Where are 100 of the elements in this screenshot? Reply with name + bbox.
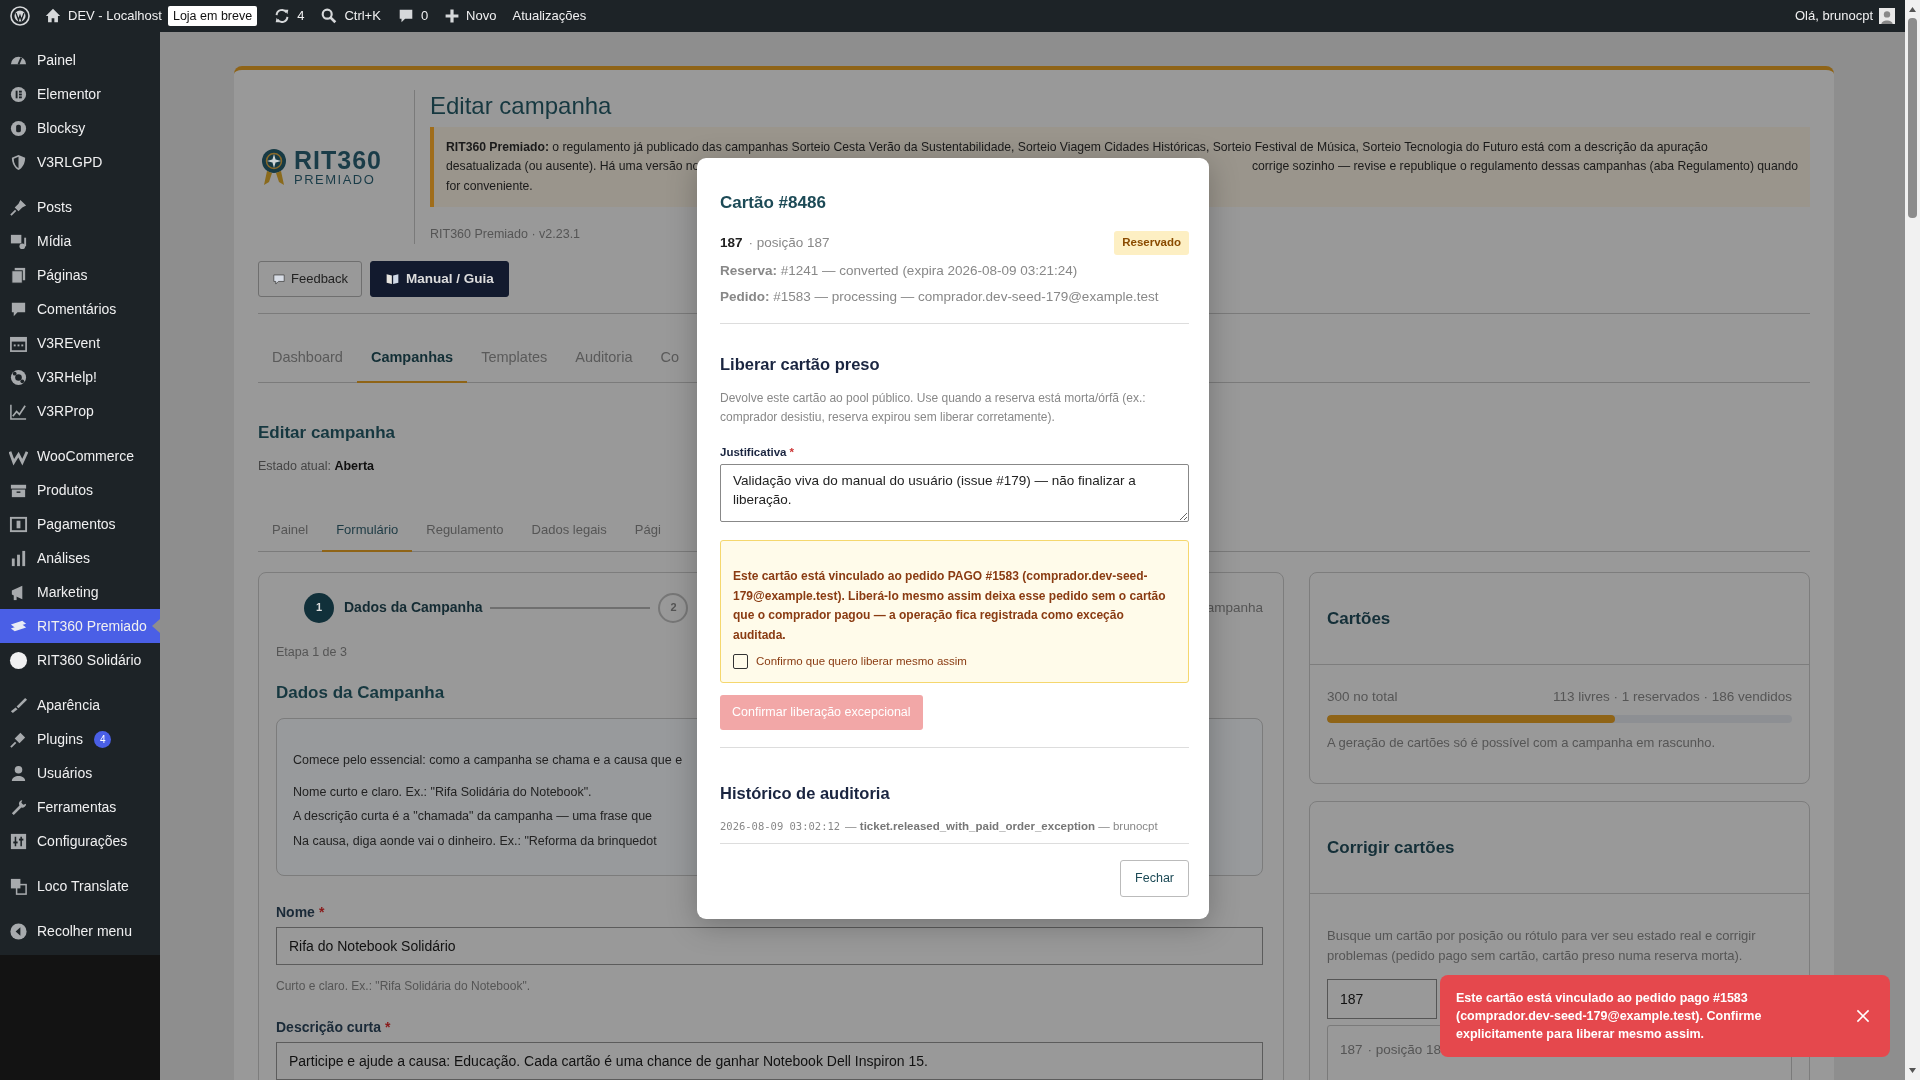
form-title: Dados da Campanha — [276, 683, 446, 704]
translate-icon — [9, 876, 28, 896]
order-text: Pedido: #1583 — processing — comprador.dev-seed-179@example.test — [720, 287, 1160, 306]
sidebar-item[interactable]: Posts — [0, 190, 160, 224]
card-number: 187 — [720, 233, 743, 252]
feedback-button[interactable]: Feedback — [258, 261, 363, 298]
sidebar-item[interactable]: Comentários — [0, 292, 160, 326]
updates-count[interactable]: 4 — [297, 6, 305, 26]
result-number: 187 — [1340, 1042, 1363, 1058]
required-mark: * — [385, 1018, 391, 1035]
sidebar-item[interactable]: V3RLGPD — [0, 145, 160, 179]
field-label: Descrição curta — [276, 1018, 382, 1035]
close-button[interactable]: Fechar — [1120, 860, 1189, 897]
sidebar-item[interactable]: WooCommerce — [0, 439, 160, 473]
audit-time: 2026-08-09 03:02:12 — [720, 819, 841, 834]
status-breakdown: 113 livres · 1 reservados · 186 vendidos — [1552, 688, 1792, 707]
info-text: A descrição curta é a "chamada" da campanha — uma frase que — [293, 808, 653, 826]
toast-message: Este cartão está vinculado ao pedido pago #1583 (comprador.dev-seed-179@example.test). Confirme explicitamente para liberar mesmo assim. — [1456, 990, 1763, 1043]
notice-text: for conveniente. — [446, 177, 533, 195]
modal-title: Cartão #8486 — [720, 193, 827, 214]
search-icon — [320, 7, 339, 25]
card-position: · posição 187 — [748, 233, 830, 252]
circle-icon — [9, 650, 28, 670]
user-greeting[interactable]: Olá, brunocpt — [1794, 6, 1873, 26]
letter-circle-icon — [9, 84, 28, 104]
new-menu[interactable]: Novo — [466, 6, 497, 26]
total-count: 300 no total — [1327, 688, 1398, 707]
tab[interactable]: Formulário — [322, 520, 413, 552]
logo-tagline: PREMIADO — [294, 173, 377, 186]
section-title: Histórico de auditoria — [720, 784, 891, 804]
sidebar-item[interactable]: Elementor — [0, 77, 160, 111]
sidebar-item[interactable]: Aparência — [0, 688, 160, 722]
step-number[interactable]: 1 — [304, 592, 334, 623]
sidebar-item[interactable]: V3RHelp! — [0, 360, 160, 394]
text-field[interactable]: Participe e ajude a causa: Educação. Cada cartão é uma chance de ganhar Notebook Dell Inspiron 15. — [276, 1041, 1263, 1080]
card-title: Corrigir cartões — [1310, 801, 1809, 895]
required-mark: * — [318, 903, 325, 920]
card-title: Cartões — [1310, 572, 1809, 666]
sidebar-item[interactable]: Usuários — [0, 756, 160, 790]
justification-field[interactable]: Validação viva do manual do usuário (issue #179) — não finalizar a liberação. — [720, 464, 1189, 523]
sidebar-item[interactable]: Ferramentas — [0, 790, 160, 824]
sidebar-item[interactable]: Recolher menu — [0, 914, 160, 948]
pages-icon — [9, 265, 28, 285]
store-status-badge: Loja em breve — [167, 5, 258, 27]
person-icon — [9, 763, 28, 783]
tab[interactable]: Campanhas — [356, 347, 468, 384]
bar-chart-icon — [9, 548, 28, 568]
manual-button[interactable]: Manual / Guia — [370, 261, 509, 298]
pin-icon — [9, 197, 28, 217]
status-text: Estado atual: Aberta — [258, 458, 375, 476]
plus-icon — [444, 8, 461, 24]
sidebar-item[interactable]: Produtos — [0, 473, 160, 507]
sidebar-item[interactable]: Loco Translate — [0, 869, 160, 903]
section-title: Liberar cartão preso — [720, 355, 881, 375]
required-mark: * — [789, 445, 794, 458]
version-text: RIT360 Premiado · v2.23.1 — [430, 226, 581, 244]
sidebar-item[interactable]: Plugins 4 — [0, 722, 160, 756]
reservation-text: Reserva: #1241 — converted (expira 2026-08-09 03:21:24) — [720, 261, 1079, 280]
step-counter: Etapa 1 de 3 — [276, 643, 347, 661]
sidebar-item[interactable]: V3REvent — [0, 326, 160, 360]
comments-count[interactable]: 0 — [420, 6, 429, 26]
shield-icon — [9, 152, 28, 172]
sidebar-item[interactable]: RIT360 Premiado — [0, 609, 160, 643]
sidebar-item[interactable]: V3RProp — [0, 394, 160, 428]
search-field[interactable]: 187 — [1327, 979, 1437, 1020]
sidebar-item[interactable]: Análises — [0, 541, 160, 575]
site-name[interactable]: DEV - Localhost — [68, 6, 162, 26]
avatar-icon — [1879, 8, 1895, 24]
result-position: · posição 18 — [1367, 1042, 1442, 1058]
lifebuoy-icon — [9, 367, 28, 387]
card-note: A geração de cartões só é possível com a campanha em rascunho. — [1327, 734, 1717, 753]
close-icon — [1856, 1009, 1870, 1023]
section-title: Editar campanha — [258, 423, 396, 444]
sidebar-item[interactable]: Configurações — [0, 824, 160, 858]
count-badge: 4 — [93, 730, 112, 748]
wrench-icon — [9, 797, 28, 817]
sidebar-item[interactable]: Marketing — [0, 575, 160, 609]
info-text: Comece pelo essencial: como a campanha se chama e a causa que e — [293, 751, 683, 769]
sidebar-item[interactable]: Pagamentos — [0, 507, 160, 541]
sidebar-item[interactable]: Páginas — [0, 258, 160, 292]
search-shortcut[interactable]: Ctrl+K — [344, 6, 381, 26]
page-title: Editar campanha — [430, 92, 613, 121]
speech-bubble-icon — [272, 272, 286, 286]
sidebar-item[interactable]: RIT360 Solidário — [0, 643, 160, 677]
info-text: Na causa, diga aonde vai o dinheiro. Ex.: "Reforma da brinquedot — [293, 833, 657, 851]
notice-text: corrige sozinho — revise e republique o regulamento dessas campanhas (aba Regulamento) quando — [1251, 158, 1798, 176]
checkbox[interactable] — [733, 654, 748, 670]
sidebar-item[interactable]: Blocksy — [0, 111, 160, 145]
step-label[interactable]: Dados da Campanha — [344, 597, 483, 619]
field-label: Nome — [276, 903, 315, 920]
checkbox-label[interactable]: Confirmo que quero liberar mesmo assim — [756, 653, 967, 671]
audit-detail: — ticket.released_with_paid_order_exception — brunocpt — [845, 819, 1158, 834]
status-badge: Reservado — [1114, 231, 1189, 255]
section-description: Devolve este cartão ao pool público. Use quando a reserva está morta/órfã (ex.: comprador desistiu, reserva expirou sem liberar corretamente). — [720, 389, 1147, 427]
sidebar-item[interactable]: Painel — [0, 43, 160, 77]
notice-text: RIT360 Premiado: o regulamento já publicado das campanhas Sorteio Cesta Verão da Sustentabilidade, Sorteio Viagem Cidades Históricas, Sorteio Festival de Música, Sorteio Tecnologia do Futuro está com a descrição da apuração — [446, 138, 1708, 156]
sidebar-item[interactable]: Mídia — [0, 224, 160, 258]
text-field[interactable]: Rifa do Notebook Solidário — [276, 926, 1263, 965]
warning-text: Este cartão está vinculado ao pedido PAGO #1583 (comprador.dev-seed-179@example.test). Liberá-lo mesmo assim deixa esse pedido sem o cartão que o comprador pagou — a operação fica registrada como exceção auditada. — [733, 568, 1167, 644]
updates-link[interactable]: Atualizações — [512, 6, 587, 26]
